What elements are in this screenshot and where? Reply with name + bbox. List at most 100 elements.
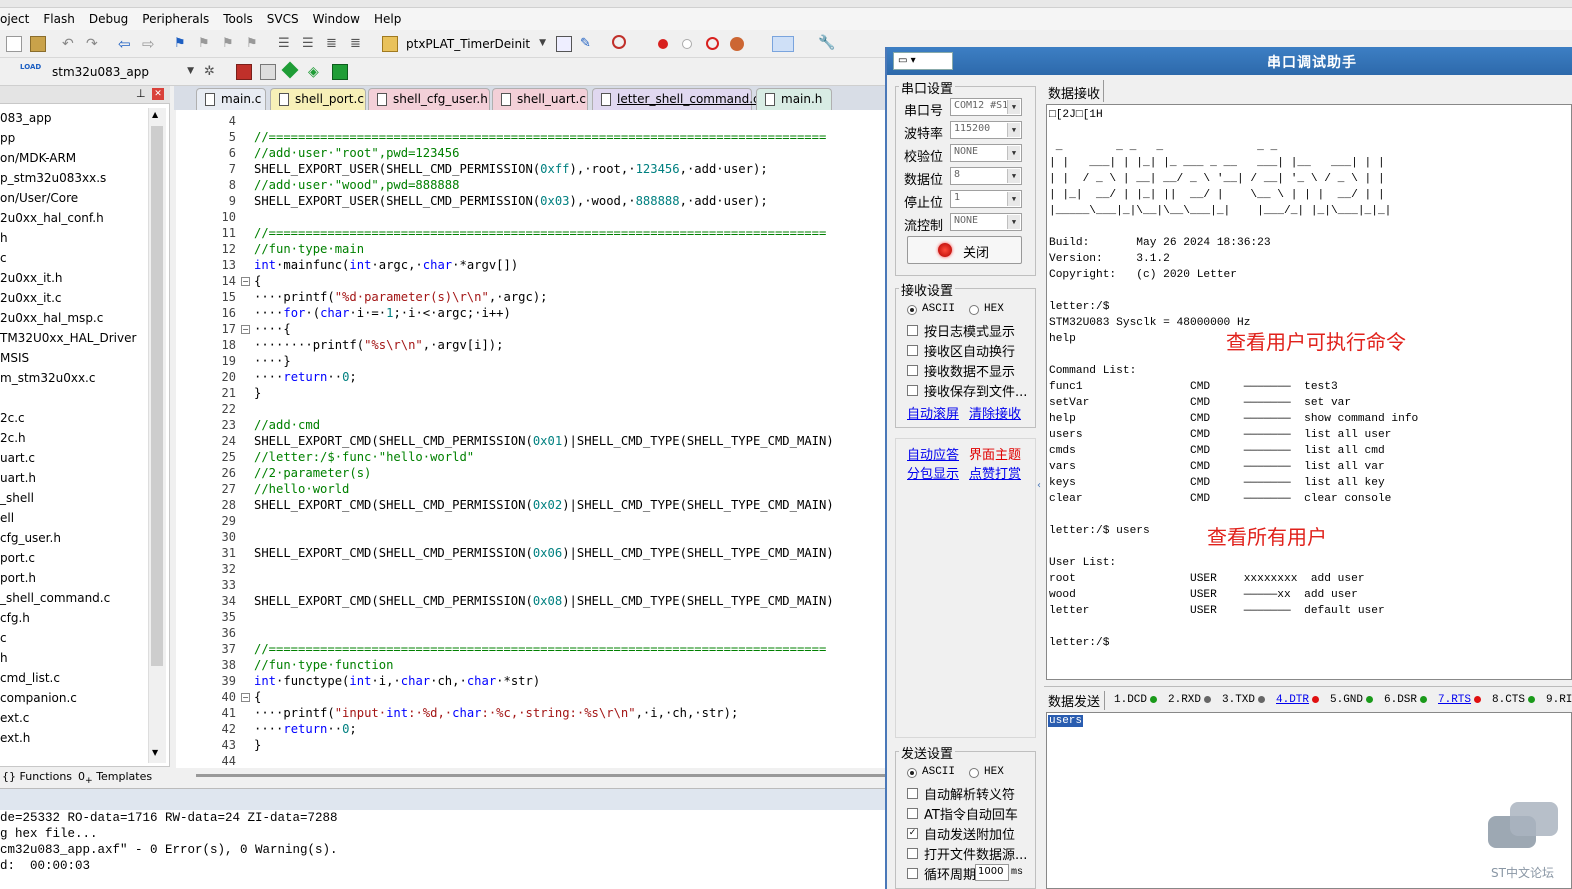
code-line[interactable]: //hello·world	[254, 482, 349, 496]
rx-text-area[interactable]: □[2J□[1H _ _ _ _ _ _ | | ___| | |_| |_ __…	[1046, 104, 1572, 680]
project-tree-item[interactable]: cmd_list.c	[0, 668, 146, 688]
tab-main-c[interactable]: main.c	[196, 88, 266, 110]
code-line[interactable]: int·mainfunc(int·argc,·char·*argv[])	[254, 258, 518, 272]
project-tree-item[interactable]: ext.c	[0, 708, 146, 728]
project-tree-scrollbar[interactable]: ▲ ▼	[148, 108, 166, 763]
code-line[interactable]: ····return··0;	[254, 722, 357, 736]
code-line[interactable]: //fun·type·function	[254, 658, 393, 672]
code-line[interactable]: //add·user·"root",pwd=123456	[254, 146, 459, 160]
code-line[interactable]: {	[254, 274, 261, 288]
indent-icon[interactable]: ☰	[278, 36, 294, 52]
close-icon[interactable]: ✕	[152, 88, 164, 100]
target-options-icon[interactable]: ✲	[204, 64, 220, 80]
auto-scroll-link[interactable]: 自动滚屏	[907, 403, 959, 422]
unindent-icon[interactable]: ☰	[302, 36, 318, 52]
code-line[interactable]: //add·user·"wood",pwd=888888	[254, 178, 459, 192]
code-line[interactable]: ····printf("%d·parameter(s)\r\n",·argc);	[254, 290, 548, 304]
code-line[interactable]: //======================================…	[254, 130, 826, 144]
project-tree-item[interactable]: h	[0, 648, 146, 668]
menu-flash[interactable]: Flash	[43, 12, 74, 26]
project-tree-item[interactable]: cfg_user.h	[0, 528, 146, 548]
project-tree-item[interactable]: uart.h	[0, 468, 146, 488]
copy-icon[interactable]	[6, 36, 22, 52]
code-line[interactable]: ····for·(char·i·=·1;·i·<·argc;·i++)	[254, 306, 511, 320]
nav-back-icon[interactable]: ⇦	[118, 35, 134, 53]
project-tree-item[interactable]: port.h	[0, 568, 146, 588]
project-tree-item[interactable]: m_stm32u0xx.c	[0, 368, 146, 388]
menu-debug[interactable]: Debug	[89, 12, 128, 26]
code-line[interactable]: SHELL_EXPORT_CMD(SHELL_CMD_PERMISSION(0x…	[254, 594, 834, 608]
tab-letter-shell-command-c[interactable]: letter_shell_command.c	[592, 88, 760, 110]
project-tree-item[interactable]: 2u0xx_it.h	[0, 268, 146, 288]
project-tree-item[interactable]: c	[0, 628, 146, 648]
fold-toggle-icon[interactable]: −	[241, 277, 250, 286]
project-tree-item[interactable]: uart.c	[0, 448, 146, 468]
code-line[interactable]: }	[254, 386, 261, 400]
load-icon[interactable]: LOAD	[20, 63, 41, 79]
wrench-icon[interactable]: 🔧	[818, 35, 835, 51]
code-line[interactable]: }	[254, 738, 261, 752]
code-line[interactable]: //2·parameter(s)	[254, 466, 371, 480]
menu-project[interactable]: oject	[0, 12, 29, 26]
auto-reply-link[interactable]: 自动应答	[907, 444, 959, 463]
menu-peripherals[interactable]: Peripherals	[142, 12, 209, 26]
project-tree-item[interactable]: c	[0, 248, 146, 268]
project-tree-item[interactable]: 2c.c	[0, 408, 146, 428]
tx-ascii-radio[interactable]	[907, 768, 917, 778]
tx-at-cr-checkbox[interactable]	[907, 808, 918, 819]
signal-rts[interactable]: 7.RTS	[1438, 694, 1482, 706]
menu-svcs[interactable]: SVCS	[267, 12, 299, 26]
bookmark-prev-icon[interactable]: ⚑	[198, 36, 214, 52]
close-port-button[interactable]: 关闭	[907, 236, 1022, 264]
code-line[interactable]: ····return··0;	[254, 370, 357, 384]
scroll-up-icon[interactable]: ▲	[152, 110, 158, 119]
functions-tab[interactable]: {} Functions	[2, 770, 72, 783]
find-in-files-icon[interactable]	[382, 36, 398, 52]
rx-wrap-checkbox[interactable]	[907, 345, 918, 356]
project-tree-item[interactable]: pp	[0, 128, 146, 148]
code-line[interactable]: //======================================…	[254, 226, 826, 240]
editor-hscrollbar[interactable]	[176, 768, 886, 786]
templates-tab[interactable]: 0+ Templates	[78, 770, 152, 786]
code-line[interactable]: //fun·type·main	[254, 242, 364, 256]
port-select[interactable]: COM12 #S1 ▼	[950, 98, 1022, 116]
flow-select[interactable]: NONE ▼	[950, 213, 1022, 231]
comment-icon[interactable]: ≣	[326, 36, 342, 52]
undo-icon[interactable]: ↶	[62, 36, 78, 52]
packet-display-link[interactable]: 分包显示	[907, 463, 959, 482]
bookmark-icon[interactable]: ⚑	[174, 36, 190, 52]
tx-hex-radio[interactable]	[969, 768, 979, 778]
parity-select[interactable]: NONE ▼	[950, 144, 1022, 162]
theme-link[interactable]: 界面主题	[969, 444, 1021, 463]
uncomment-icon[interactable]: ≣	[350, 36, 366, 52]
nav-forward-icon[interactable]: ⇨	[142, 35, 158, 53]
select-packs-icon[interactable]	[260, 64, 276, 80]
scroll-down-icon[interactable]: ▼	[152, 748, 158, 757]
project-tree-item[interactable]: _shell	[0, 488, 146, 508]
run-time-env-icon[interactable]: ◈	[308, 64, 324, 80]
stopbits-select[interactable]: 1 ▼	[950, 190, 1022, 208]
code-line[interactable]: //======================================…	[254, 642, 826, 656]
target-combo[interactable]: stm32u083_app ▼	[48, 63, 196, 83]
pin-icon[interactable]: ⊥	[136, 87, 146, 100]
code-line[interactable]: {	[254, 690, 261, 704]
code-line[interactable]: ····printf("input·int:·%d,·char:·%c,·str…	[254, 706, 738, 720]
code-line[interactable]: SHELL_EXPORT_USER(SHELL_CMD_PERMISSION(0…	[254, 194, 768, 208]
redo-icon[interactable]: ↷	[86, 36, 102, 52]
project-tree-item[interactable]: TM32U0xx_HAL_Driver	[0, 328, 146, 348]
project-tree-item[interactable]: MSIS	[0, 348, 146, 368]
hscroll-thumb[interactable]	[196, 774, 886, 777]
project-tree-item[interactable]: port.c	[0, 548, 146, 568]
code-line[interactable]: SHELL_EXPORT_CMD(SHELL_CMD_PERMISSION(0x…	[254, 498, 834, 512]
tx-file-source-checkbox[interactable]	[907, 848, 918, 859]
project-tree-item[interactable]: h	[0, 228, 146, 248]
window-layout-icon[interactable]	[772, 36, 794, 52]
rx-hex-radio[interactable]	[969, 305, 979, 315]
fold-toggle-icon[interactable]: −	[241, 325, 250, 334]
code-line[interactable]: ····{	[254, 322, 291, 336]
signal-dtr[interactable]: 4.DTR	[1276, 694, 1320, 706]
code-line[interactable]: //add·cmd	[254, 418, 320, 432]
project-tree-item[interactable]: ext.h	[0, 728, 146, 748]
rx-hide-checkbox[interactable]	[907, 365, 918, 376]
project-tree-item[interactable]: on/MDK-ARM	[0, 148, 146, 168]
